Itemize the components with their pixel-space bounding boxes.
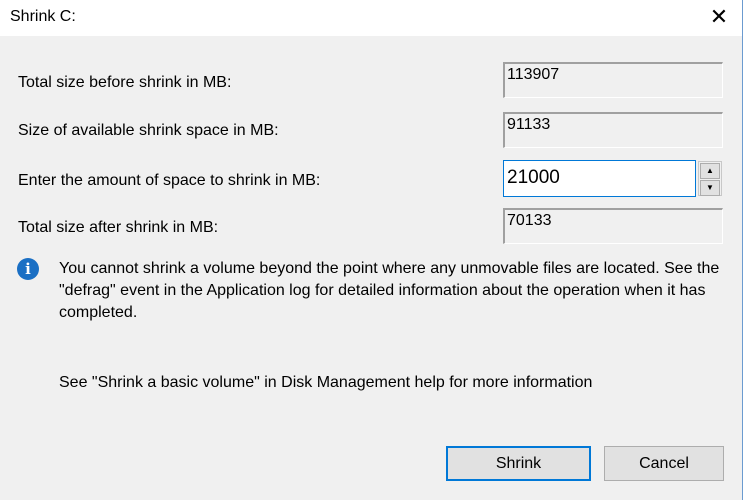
info-message: You cannot shrink a volume beyond the po… [59,260,720,321]
spin-up-icon[interactable]: ▲ [700,163,720,179]
total-after-value: 70133 [503,208,723,244]
shrink-amount-label: Enter the amount of space to shrink in M… [18,172,321,189]
available-shrink-value: 91133 [503,112,723,148]
shrink-amount-input[interactable]: 21000 [503,160,696,197]
total-before-value: 113907 [503,62,723,98]
shrink-button[interactable]: Shrink [446,446,591,481]
spin-down-icon[interactable]: ▼ [700,180,720,196]
info-icon: i [17,258,39,280]
close-icon[interactable]: ✕ [696,0,742,34]
total-after-label: Total size after shrink in MB: [18,219,219,236]
shrink-amount-stepper[interactable]: ▲ ▼ [698,161,722,196]
cancel-button[interactable]: Cancel [604,446,724,481]
window-title: Shrink C: [10,8,76,25]
total-before-label: Total size before shrink in MB: [18,74,232,91]
help-text: See "Shrink a basic volume" in Disk Mana… [59,374,593,391]
available-shrink-label: Size of available shrink space in MB: [18,122,279,139]
title-bar: Shrink C: ✕ [0,0,742,36]
